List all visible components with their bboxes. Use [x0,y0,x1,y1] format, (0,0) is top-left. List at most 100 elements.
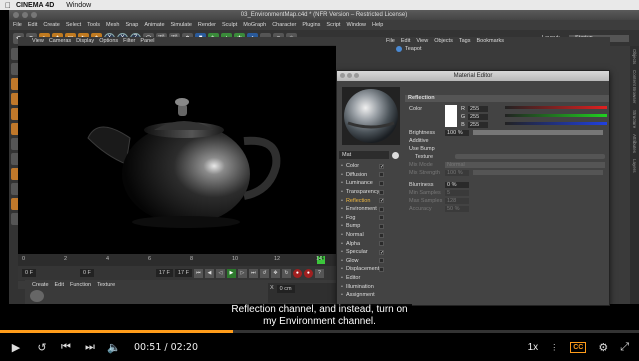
tab-attributes[interactable]: Attributes [632,134,637,153]
tab-structure[interactable]: Structure [632,110,637,128]
brightness-slider[interactable] [473,130,603,135]
material-menu-function[interactable]: Function [70,282,91,288]
channel-assignment[interactable]: • Assignment [339,291,405,300]
channel-normal[interactable]: • Normal [339,231,405,240]
closed-captions-button[interactable]: CC [570,341,587,353]
timeline-ruler[interactable]: 14 0 2 4 6 8 10 12 14 [18,254,336,266]
channel-luminance[interactable]: • Luminance [339,179,405,188]
menu-tools[interactable]: Tools [87,22,100,28]
viewport-menu-view[interactable]: View [32,38,44,44]
play-icon[interactable]: ▶ [6,341,26,354]
mac-app-menu[interactable]: CINEMA 4D [16,2,54,9]
start-frame-field[interactable]: 0 F [22,269,36,277]
channel-editor[interactable]: • Editor [339,274,405,283]
blue-slider[interactable] [505,122,607,125]
menu-plugins[interactable]: Plugins [302,22,320,28]
play-icon[interactable]: ▶ [226,268,236,278]
brightness-field[interactable]: 100 % [445,130,469,136]
help-icon[interactable]: ? [314,268,324,278]
channel-checkbox[interactable] [379,215,384,221]
channel-checkbox[interactable] [379,241,384,247]
material-editor-minimize-button[interactable] [347,73,352,78]
key-rotation-icon[interactable]: ↻ [281,268,291,278]
menu-snap[interactable]: Snap [125,22,138,28]
objects-menu-bookmarks[interactable]: Bookmarks [476,38,504,44]
menu-animate[interactable]: Animate [144,22,164,28]
current-frame-field[interactable]: 0 F [79,269,94,277]
channel-checkbox[interactable]: ✓ [379,163,384,169]
volume-icon[interactable]: 🔈 [104,341,124,354]
objects-menu-objects[interactable]: Objects [434,38,453,44]
texture-slot[interactable] [455,154,605,159]
record-icon[interactable]: ● [292,268,302,278]
fullscreen-icon[interactable]: ⤢ [620,341,629,354]
gear-icon[interactable]: ⚙ [598,341,608,354]
menu-file[interactable]: File [13,22,22,28]
tab-content-browser[interactable]: Content Browser [632,70,637,104]
apple-icon[interactable]:  [0,1,16,10]
red-slider[interactable] [505,106,607,109]
channel-alpha[interactable]: • Alpha [339,239,405,248]
menu-select[interactable]: Select [66,22,81,28]
channel-reflection[interactable]: • Reflection ✓ [339,196,405,205]
channel-diffusion[interactable]: • Diffusion [339,171,405,180]
previous-key-icon[interactable]: ◀ [204,268,214,278]
channel-glow[interactable]: • Glow [339,257,405,266]
mix-mode-dropdown[interactable]: Normal [445,162,605,168]
additive-row[interactable]: Additive [405,137,609,145]
menu-help[interactable]: Help [372,22,383,28]
go-to-end-icon[interactable]: ⏭ [248,268,258,278]
material-name-field[interactable]: Mat [339,151,389,159]
channel-checkbox[interactable] [379,232,384,238]
menu-window[interactable]: Window [346,22,366,28]
previous-icon[interactable]: ⏮ [56,341,76,354]
loop-icon[interactable]: ↺ [259,268,269,278]
material-editor-close-button[interactable] [340,73,345,78]
use-bump-row[interactable]: Use Bump [405,145,609,153]
menu-character[interactable]: Character [272,22,296,28]
objects-menu-edit[interactable]: Edit [401,38,410,44]
next-frame-icon[interactable]: ▷ [237,268,247,278]
max-samples-field[interactable]: 128 [445,198,469,204]
menu-mograph[interactable]: MoGraph [243,22,266,28]
objects-menu-tags[interactable]: Tags [459,38,471,44]
material-editor-zoom-button[interactable] [354,73,359,78]
end-frame-field[interactable]: 17 F [155,269,173,277]
objects-menu-file[interactable]: File [386,38,395,44]
channel-checkbox[interactable] [379,223,384,229]
green-value[interactable]: 255 [468,114,488,120]
channel-checkbox[interactable]: ✓ [379,249,384,255]
blue-value[interactable]: 255 [468,122,488,128]
object-row-teapot[interactable]: Teapot [336,45,610,53]
material-thumbnail[interactable] [30,290,44,302]
channel-checkbox[interactable] [379,180,384,186]
channel-checkbox[interactable] [379,189,384,195]
blurriness-field[interactable]: 0 % [445,182,469,188]
channel-bump[interactable]: • Bump [339,222,405,231]
material-menu-edit[interactable]: Edit [55,282,64,288]
menu-render[interactable]: Render [198,22,216,28]
mix-strength-field[interactable]: 100 % [445,170,469,176]
menu-mesh[interactable]: Mesh [106,22,119,28]
objects-menu-view[interactable]: View [416,38,428,44]
menu-script[interactable]: Script [326,22,340,28]
menu-sculpt[interactable]: Sculpt [222,22,237,28]
object-name[interactable]: Teapot [405,46,422,52]
mix-strength-slider[interactable] [473,170,603,175]
channel-illumination[interactable]: • Illumination [339,282,405,291]
channel-checkbox[interactable] [379,206,384,212]
channel-color[interactable]: • Color ✓ [339,162,405,171]
coord-x-field[interactable]: 0 cm [276,285,295,293]
red-value[interactable]: 255 [468,106,488,112]
channel-transparency[interactable]: • Transparency [339,188,405,197]
previous-frame-icon[interactable]: ◁ [215,268,225,278]
material-menu-texture[interactable]: Texture [97,282,115,288]
speed-chevron-icon[interactable]: ⋮ [550,343,558,352]
channel-fog[interactable]: • Fog [339,214,405,223]
material-preview[interactable] [342,87,400,145]
replay-icon[interactable]: ↺ [32,341,52,354]
playback-speed-button[interactable]: 1x [528,342,539,353]
autokey-icon[interactable]: ● [303,268,313,278]
accuracy-field[interactable]: 50 % [445,206,469,212]
next-icon[interactable]: ⏭ [80,341,100,354]
